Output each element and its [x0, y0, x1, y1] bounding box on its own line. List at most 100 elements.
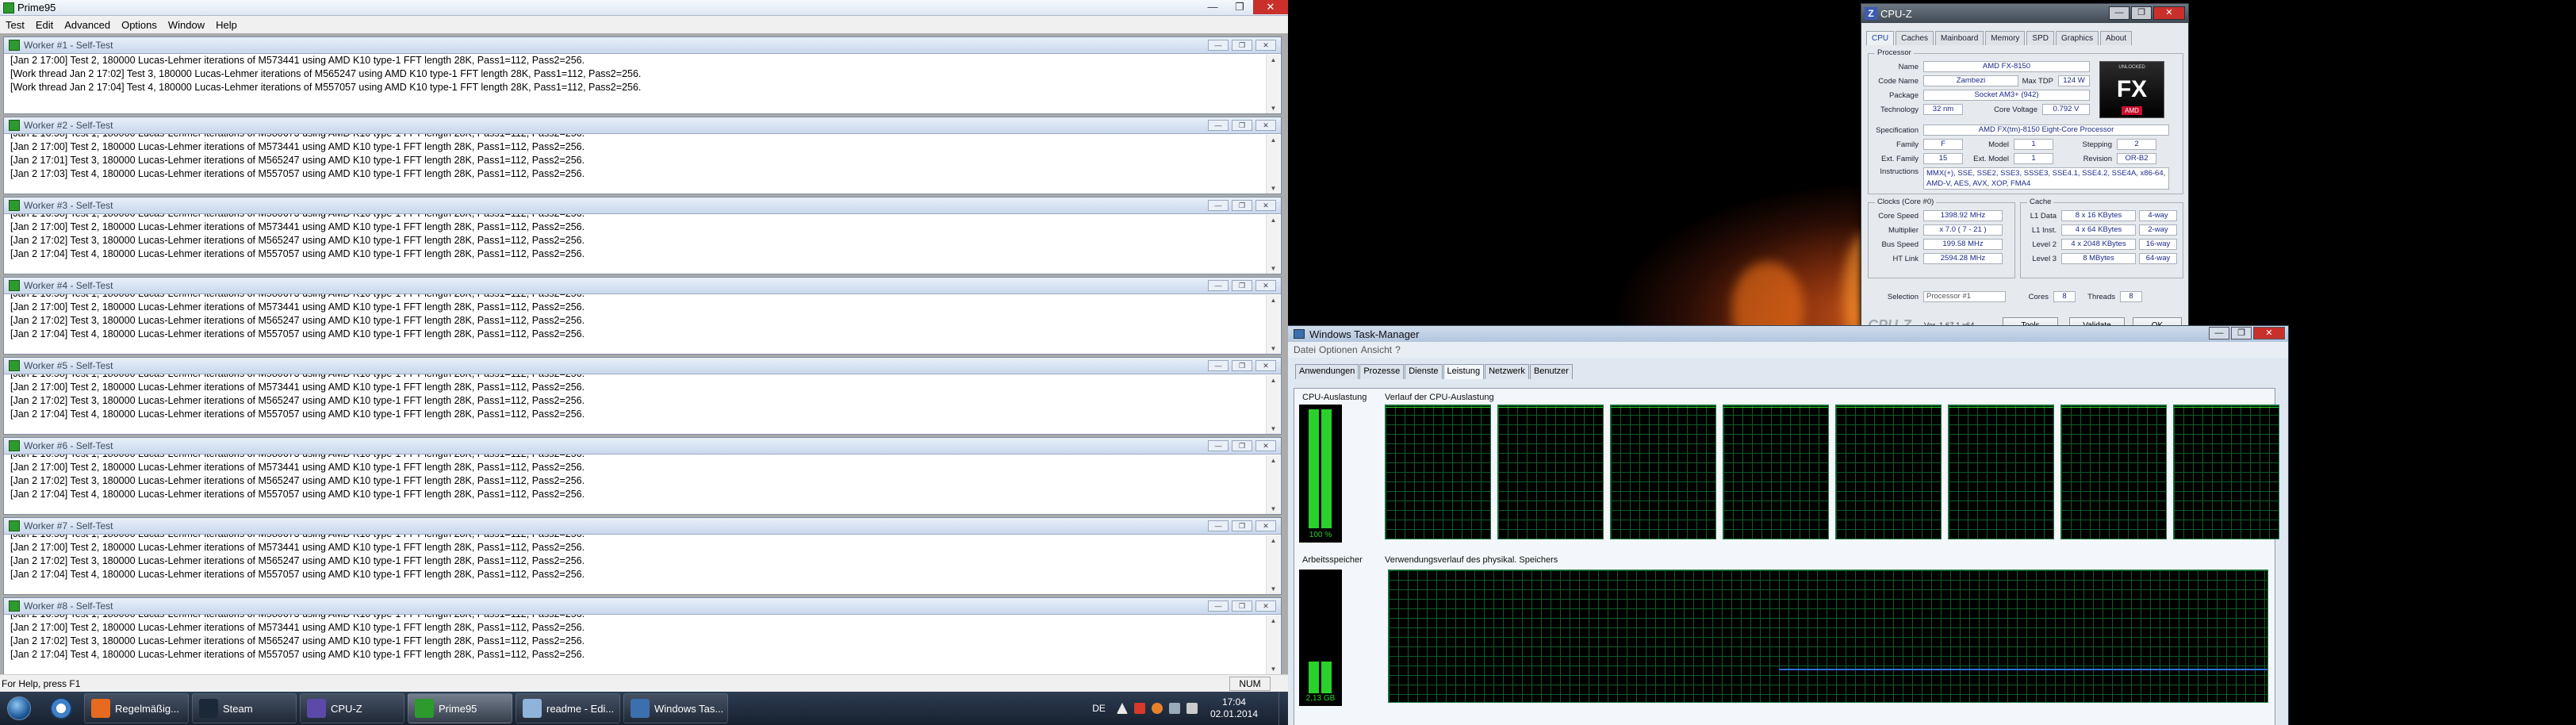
- close-button[interactable]: ✕: [2253, 327, 2285, 339]
- tray-flag-icon[interactable]: [1133, 703, 1145, 714]
- show-desktop-button[interactable]: [1278, 692, 1288, 725]
- worker-titlebar[interactable]: Worker #7 - Self-Test — ❐ ✕: [4, 518, 1281, 535]
- maximize-button[interactable]: ❐: [1232, 440, 1252, 451]
- taskbar-button[interactable]: CPU-Z: [300, 693, 404, 723]
- menu-advanced[interactable]: Advanced: [59, 19, 116, 31]
- tab-spd[interactable]: SPD: [2026, 31, 2054, 45]
- menu-test[interactable]: Test: [0, 19, 30, 31]
- minimize-button[interactable]: —: [2209, 327, 2229, 339]
- taskbar-button[interactable]: Steam: [192, 693, 297, 723]
- taskbar-button[interactable]: Windows Tas...: [623, 693, 728, 723]
- minimize-button[interactable]: —: [1199, 0, 1226, 14]
- worker-titlebar[interactable]: Worker #3 - Self-Test — ❐ ✕: [4, 198, 1281, 214]
- worker-titlebar[interactable]: Worker #5 - Self-Test — ❐ ✕: [4, 358, 1281, 374]
- maximize-button[interactable]: ❐: [1232, 200, 1252, 211]
- minimize-button[interactable]: —: [2109, 6, 2129, 20]
- scroll-up-arrow-icon[interactable]: ▲: [1269, 537, 1278, 544]
- tab-about[interactable]: About: [2100, 31, 2133, 45]
- taskbar-button[interactable]: Prime95: [408, 693, 512, 723]
- scroll-up-arrow-icon[interactable]: ▲: [1269, 297, 1278, 304]
- menu-help[interactable]: ?: [1395, 344, 1401, 355]
- scroll-down-arrow-icon[interactable]: ▼: [1269, 105, 1278, 112]
- scroll-up-arrow-icon[interactable]: ▲: [1269, 136, 1278, 144]
- maximize-button[interactable]: ❐: [2231, 327, 2252, 339]
- minimize-button[interactable]: —: [1208, 600, 1229, 612]
- maximize-button[interactable]: ❐: [1232, 280, 1252, 291]
- language-indicator[interactable]: DE: [1092, 703, 1106, 714]
- scroll-down-arrow-icon[interactable]: ▼: [1269, 666, 1278, 673]
- worker-titlebar[interactable]: Worker #4 - Self-Test — ❐ ✕: [4, 278, 1281, 294]
- pinned-item[interactable]: [38, 692, 84, 724]
- tab-cpu[interactable]: CPU: [1866, 31, 1895, 45]
- scroll-down-arrow-icon[interactable]: ▼: [1269, 585, 1278, 593]
- maximize-button[interactable]: ❐: [1232, 600, 1252, 612]
- close-button[interactable]: ✕: [1255, 520, 1276, 531]
- worker-window[interactable]: Worker #5 - Self-Test —❐✕ [Jan 2 16:58] Te…: [3, 357, 1282, 435]
- vertical-scrollbar[interactable]: ▲ ▼: [1266, 215, 1280, 274]
- close-button[interactable]: ✕: [1255, 440, 1276, 451]
- close-button[interactable]: ✕: [2153, 6, 2185, 20]
- tab-graphics[interactable]: Graphics: [2055, 31, 2099, 45]
- scroll-up-arrow-icon[interactable]: ▲: [1269, 377, 1278, 384]
- minimize-button[interactable]: —: [1208, 120, 1229, 131]
- vertical-scrollbar[interactable]: ▲ ▼: [1266, 55, 1280, 113]
- tray-app-icon[interactable]: [1151, 703, 1163, 714]
- taskbar-button[interactable]: readme - Edi...: [516, 693, 620, 723]
- tab-anwendungen[interactable]: Anwendungen: [1295, 364, 1359, 379]
- maximize-button[interactable]: ❐: [1232, 120, 1252, 131]
- tab-mainboard[interactable]: Mainboard: [1935, 31, 1984, 45]
- maximize-button[interactable]: ❐: [1232, 360, 1252, 371]
- vertical-scrollbar[interactable]: ▲ ▼: [1266, 455, 1280, 514]
- minimize-button[interactable]: —: [1208, 440, 1229, 451]
- worker-window[interactable]: Worker #3 - Self-Test —❐✕ [Jan 2 16:58] Te…: [3, 197, 1282, 274]
- vertical-scrollbar[interactable]: ▲ ▼: [1266, 375, 1280, 434]
- menu-window[interactable]: Window: [163, 19, 210, 31]
- menu-options[interactable]: Options: [116, 19, 163, 31]
- minimize-button[interactable]: —: [1208, 200, 1229, 211]
- menu-edit[interactable]: Edit: [30, 19, 59, 31]
- scroll-up-arrow-icon[interactable]: ▲: [1269, 217, 1278, 224]
- minimize-button[interactable]: —: [1208, 40, 1229, 51]
- prime95-titlebar[interactable]: Prime95 — ❐ ✕: [0, 0, 1288, 16]
- menu-datei[interactable]: Datei: [1294, 344, 1316, 355]
- close-button[interactable]: ✕: [1255, 600, 1276, 612]
- close-button[interactable]: ✕: [1255, 200, 1276, 211]
- menu-help[interactable]: Help: [210, 19, 243, 31]
- vertical-scrollbar[interactable]: ▲ ▼: [1266, 295, 1280, 354]
- worker-titlebar[interactable]: Worker #8 - Self-Test — ❐ ✕: [4, 598, 1281, 615]
- close-button[interactable]: ✕: [1255, 360, 1276, 371]
- menu-optionen[interactable]: Optionen: [1319, 344, 1358, 355]
- task-manager-titlebar[interactable]: Windows Task-Manager — ❐ ✕: [1288, 326, 2288, 342]
- tab-netzwerk[interactable]: Netzwerk: [1485, 364, 1529, 379]
- tab-memory[interactable]: Memory: [1985, 31, 2026, 45]
- tab-caches[interactable]: Caches: [1896, 31, 1934, 45]
- scroll-down-arrow-icon[interactable]: ▼: [1269, 425, 1278, 432]
- start-button[interactable]: [0, 692, 38, 724]
- cpuz-titlebar[interactable]: Z CPU-Z — ❐ ✕: [1861, 4, 2188, 23]
- tab-dienste[interactable]: Dienste: [1405, 364, 1443, 379]
- minimize-button[interactable]: —: [1208, 280, 1229, 291]
- tab-leistung[interactable]: Leistung: [1443, 364, 1485, 379]
- close-button[interactable]: ✕: [1255, 40, 1276, 51]
- network-icon[interactable]: [1168, 703, 1180, 714]
- close-button[interactable]: ✕: [1253, 0, 1288, 14]
- minimize-button[interactable]: —: [1208, 360, 1229, 371]
- scroll-up-arrow-icon[interactable]: ▲: [1269, 617, 1278, 624]
- scroll-down-arrow-icon[interactable]: ▼: [1269, 345, 1278, 352]
- worker-titlebar[interactable]: Worker #1 - Self-Test — ❐ ✕: [4, 37, 1281, 54]
- show-hidden-icons-icon[interactable]: [1116, 703, 1128, 714]
- vertical-scrollbar[interactable]: ▲ ▼: [1266, 135, 1280, 194]
- worker-titlebar[interactable]: Worker #6 - Self-Test — ❐ ✕: [4, 438, 1281, 455]
- maximize-button[interactable]: ❐: [1232, 520, 1252, 531]
- worker-window[interactable]: Worker #1 - Self-Test — ❐ ✕ [Jan 2 17:00] Te…: [3, 36, 1282, 114]
- vertical-scrollbar[interactable]: ▲ ▼: [1266, 535, 1280, 594]
- scroll-up-arrow-icon[interactable]: ▲: [1269, 56, 1278, 63]
- worker-window[interactable]: Worker #6 - Self-Test —❐✕ [Jan 2 16:58] Te…: [3, 437, 1282, 515]
- maximize-button[interactable]: ❐: [1226, 0, 1253, 14]
- taskbar-button[interactable]: Regelmäßig...: [84, 693, 189, 723]
- tab-benutzer[interactable]: Benutzer: [1529, 364, 1573, 379]
- scroll-up-arrow-icon[interactable]: ▲: [1269, 457, 1278, 464]
- worker-window[interactable]: Worker #4 - Self-Test —❐✕ [Jan 2 16:58] Te…: [3, 277, 1282, 355]
- maximize-button[interactable]: ❐: [1232, 40, 1252, 51]
- clock[interactable]: 17:04 02.01.2014: [1210, 696, 1258, 720]
